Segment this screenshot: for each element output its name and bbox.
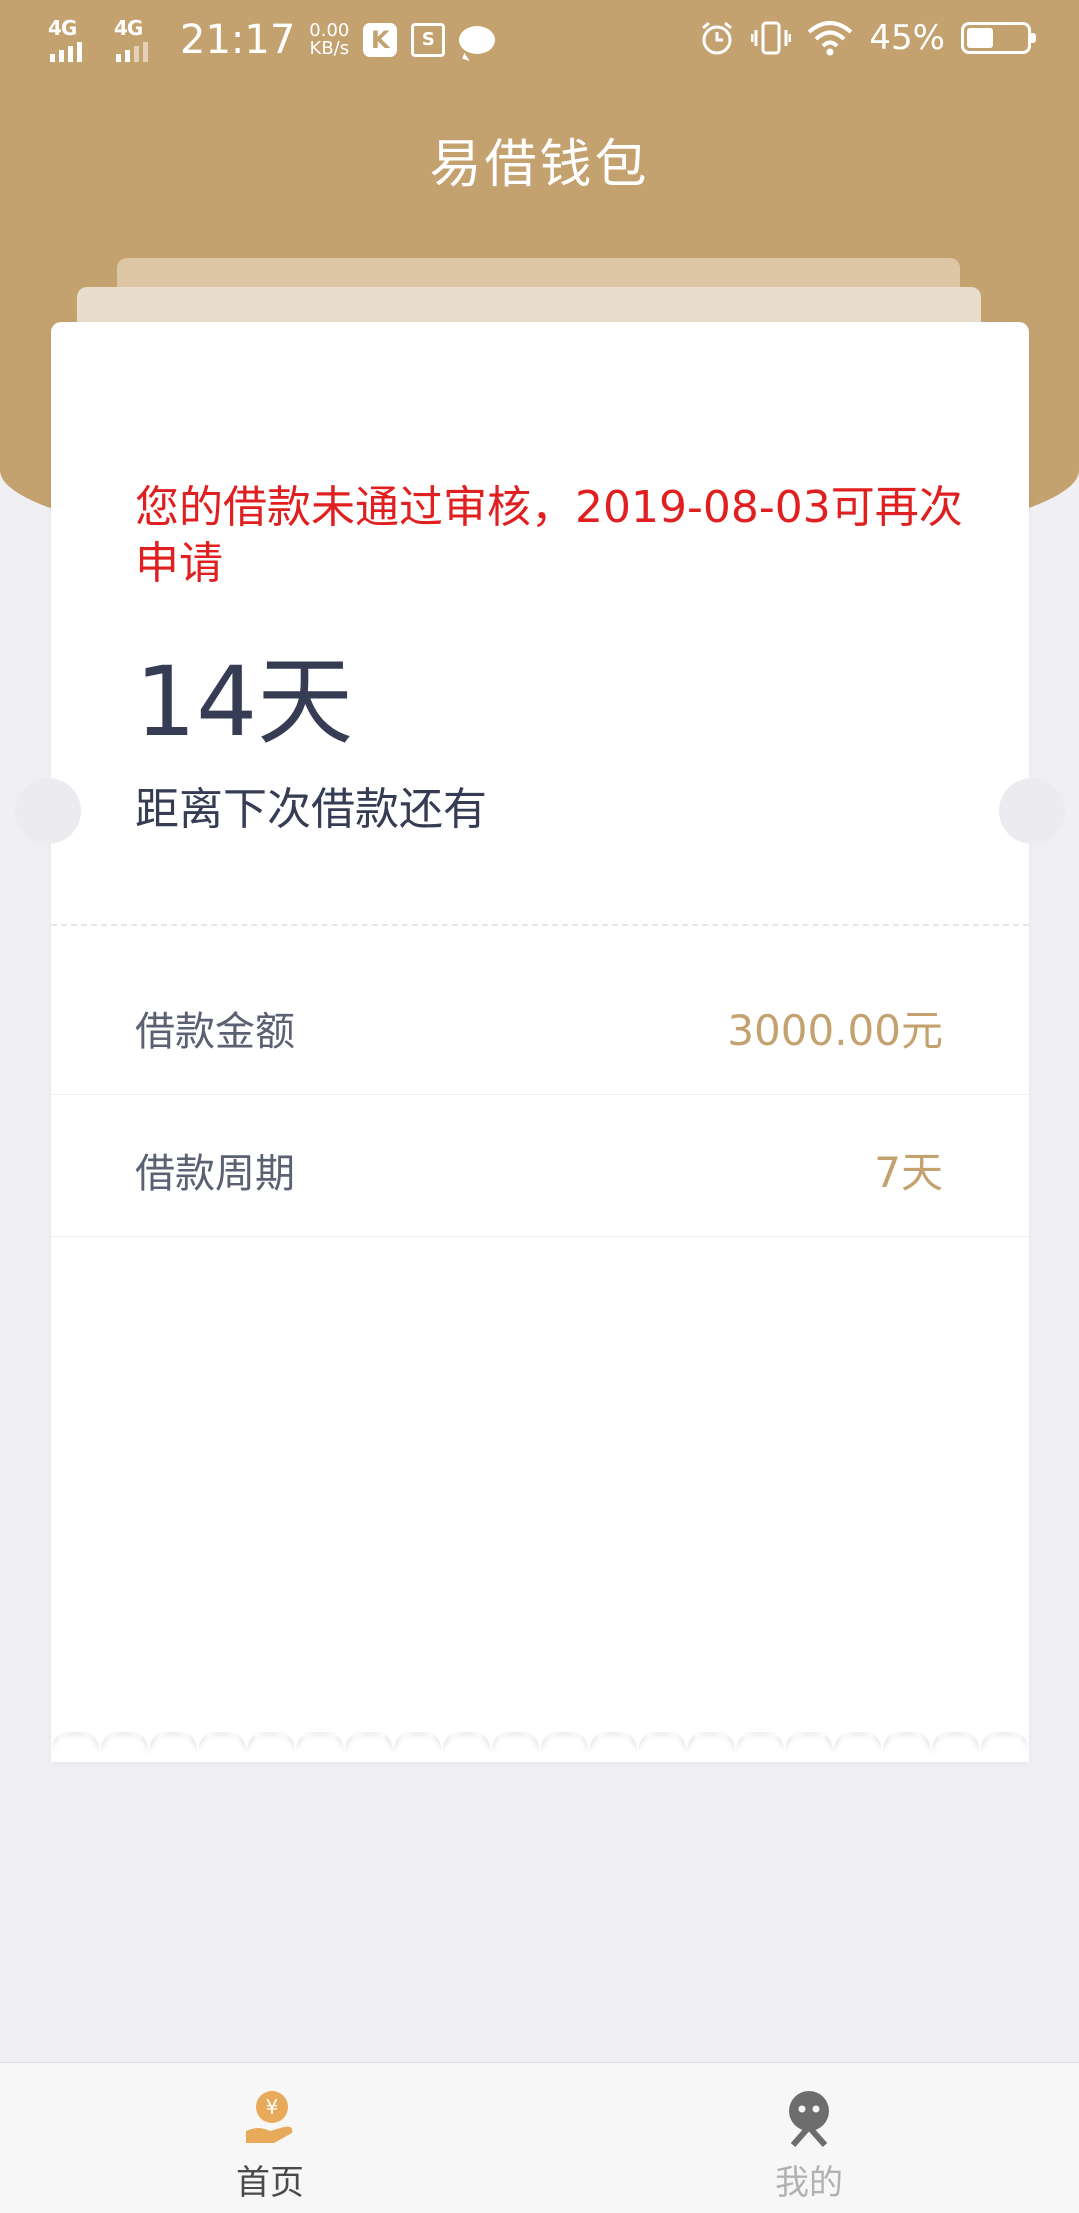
- loan-period-value: 7天: [874, 1148, 943, 1197]
- loan-amount-value: 3000.00元: [727, 1006, 943, 1055]
- scalloped-edge: [51, 1732, 1029, 1752]
- ticket-notch-left: [15, 778, 81, 844]
- loan-hand-icon: ¥: [246, 2091, 293, 2143]
- alarm-icon: [702, 21, 733, 55]
- svg-text:¥: ¥: [266, 2095, 279, 2119]
- loan-period-label: 借款周期: [135, 1151, 295, 1197]
- ticket-notch-right: [999, 778, 1065, 844]
- page-title: 易借钱包: [429, 135, 650, 195]
- days-remaining-caption: 距离下次借款还有: [135, 784, 487, 835]
- signal-icon-2: 4G: [114, 18, 166, 62]
- vibrate-icon: [751, 21, 792, 55]
- battery-percent: 45%: [869, 18, 945, 58]
- tab-mine[interactable]: 我的: [539, 2063, 1079, 2213]
- k-app-icon: K: [363, 23, 398, 57]
- bottom-tab-bar: ¥ 首页 我的: [0, 2062, 1079, 2213]
- s-app-icon: S: [411, 23, 446, 57]
- clock: 21:17: [180, 17, 296, 63]
- dashed-divider: [51, 924, 1029, 926]
- signal-icon: 4G: [48, 18, 100, 62]
- loan-period-row: 借款周期 7天: [51, 1095, 1029, 1237]
- tab-home[interactable]: ¥ 首页: [0, 2063, 540, 2213]
- loan-status-card: 您的借款未通过审核，2019-08-03可再次申请 14天 距离下次借款还有 借…: [15, 322, 1065, 1762]
- battery-icon: [961, 22, 1036, 54]
- tab-home-label: 首页: [236, 2163, 304, 2203]
- wifi-icon: [808, 21, 853, 56]
- tab-mine-label: 我的: [775, 2163, 843, 2203]
- profile-icon: [789, 2091, 829, 2147]
- message-icon: [459, 26, 496, 54]
- status-bar: 4G 4G 21:17 0.00 KB/s K S 45%: [0, 0, 1079, 86]
- rejection-notice: 您的借款未通过审核，2019-08-03可再次申请: [135, 482, 963, 589]
- days-remaining: 14天: [135, 646, 354, 758]
- loan-amount-label: 借款金额: [135, 1009, 295, 1055]
- network-speed: 0.00 KB/s: [309, 20, 350, 59]
- loan-amount-row: 借款金额 3000.00元: [51, 953, 1029, 1095]
